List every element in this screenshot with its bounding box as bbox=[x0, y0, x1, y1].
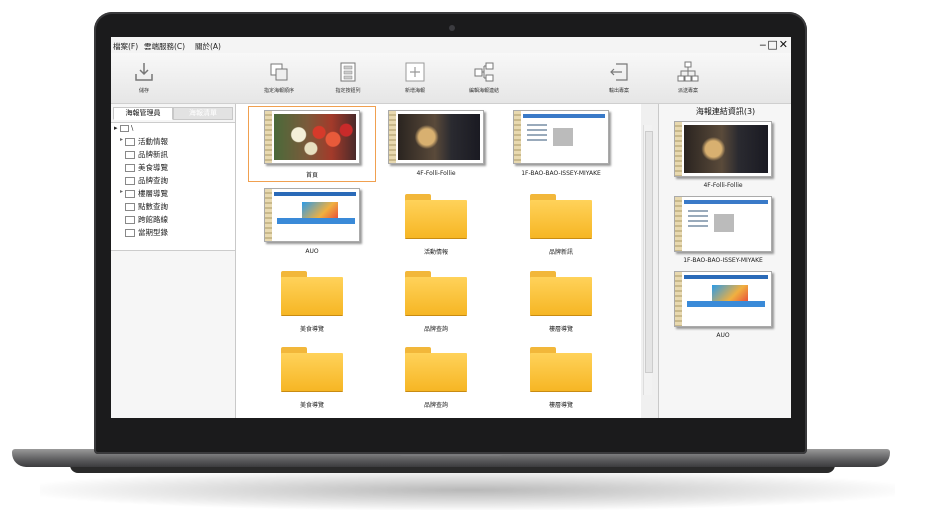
tree-item-cross-route[interactable]: 跨館路線 bbox=[125, 214, 168, 225]
tree-root[interactable]: ▸ \ bbox=[114, 124, 133, 132]
folder-item-activity[interactable]: 活動情報 bbox=[376, 194, 496, 256]
folder-icon bbox=[125, 138, 135, 146]
download-save-icon bbox=[135, 63, 153, 81]
folder-item-food-guide-2[interactable]: 美食導覽 bbox=[252, 347, 372, 409]
folder-icon bbox=[125, 151, 135, 159]
folder-icon bbox=[405, 194, 467, 238]
save-button[interactable]: 儲存 bbox=[114, 61, 174, 94]
window-controls[interactable]: ‒□✕ bbox=[759, 38, 789, 51]
poster-item-folli-follie[interactable]: 4F-Folli-Follie bbox=[376, 110, 496, 177]
poster-grid: 首頁 4F-Folli-Follie 1F-BAO-BAO-ISSEY-MIYA… bbox=[236, 104, 641, 418]
right-panel: 海報連結資訊(3) 4F-Folli-Follie 1F-BAO-BAO-ISS… bbox=[658, 104, 791, 418]
poster-item-auo[interactable]: AUO bbox=[252, 188, 372, 255]
poster-label: 4F-Folli-Follie bbox=[703, 182, 743, 189]
menu-bar: 檔案(F) 雲端服務(C) 關於(A) ‒□✕ bbox=[111, 37, 791, 53]
poster-label: 4F-Folli-Follie bbox=[416, 170, 456, 177]
folder-label: 品牌新訊 bbox=[548, 249, 573, 256]
folder-icon bbox=[125, 190, 135, 198]
poster-label: 首頁 bbox=[305, 172, 318, 179]
list-panel-icon bbox=[340, 62, 356, 82]
folder-label: 樓層導覽 bbox=[548, 326, 573, 333]
poster-item-bao-bao[interactable]: 1F-BAO-BAO-ISSEY-MIYAKE bbox=[501, 110, 621, 177]
webcam-icon bbox=[449, 25, 455, 31]
poster-order-button[interactable]: 指定海報順序 bbox=[249, 61, 309, 94]
app-window: 檔案(F) 雲端服務(C) 關於(A) ‒□✕ 儲存 指定海報順序 指定按鈕列 … bbox=[111, 37, 791, 418]
poster-thumbnail bbox=[674, 121, 772, 177]
menu-cloud-service[interactable]: 雲端服務(C) bbox=[144, 41, 185, 52]
poster-label: 1F-BAO-BAO-ISSEY-MIYAKE bbox=[683, 257, 763, 264]
poster-thumbnail bbox=[674, 196, 772, 252]
folder-item-brand-news[interactable]: 品牌新訊 bbox=[501, 194, 621, 256]
folder-icon bbox=[530, 271, 592, 315]
folder-label: 品牌查詢 bbox=[423, 402, 448, 409]
laptop-shadow bbox=[40, 470, 895, 510]
folder-icon bbox=[125, 203, 135, 211]
tree-item-brand-search[interactable]: 品牌查詢 bbox=[125, 175, 168, 186]
folder-icon bbox=[405, 347, 467, 391]
folder-item-floor-guide[interactable]: 樓層導覽 bbox=[501, 271, 621, 333]
poster-thumbnail bbox=[264, 110, 360, 164]
folder-label: 品牌查詢 bbox=[423, 326, 448, 333]
folder-icon bbox=[125, 229, 135, 237]
tree-item-food-guide[interactable]: 美食導覽 bbox=[125, 162, 168, 173]
menu-about[interactable]: 關於(A) bbox=[195, 41, 221, 52]
folder-icon bbox=[530, 347, 592, 391]
toolbar: 儲存 指定海報順序 指定按鈕列 新增海報 編輯海報連結 輸出專案 派送專案 bbox=[111, 53, 791, 104]
dispatch-project-button[interactable]: 派送專案 bbox=[658, 61, 718, 94]
folder-icon bbox=[125, 216, 135, 224]
left-panel-tabs: 海報管理員 海報清單 bbox=[113, 107, 233, 120]
folder-label: 活動情報 bbox=[423, 249, 448, 256]
tree-item-brand-news[interactable]: 品牌新訊 bbox=[125, 149, 168, 160]
expand-icon[interactable]: ▸ bbox=[120, 188, 123, 195]
scrollbar-thumb[interactable] bbox=[645, 131, 653, 373]
linked-poster-folli-follie[interactable]: 4F-Folli-Follie bbox=[673, 121, 773, 189]
tree-item-points-search[interactable]: 點數查詢 bbox=[125, 201, 168, 212]
poster-item-home[interactable]: 首頁 bbox=[248, 106, 376, 182]
folder-item-brand-search-2[interactable]: 品牌查詢 bbox=[376, 347, 496, 409]
tab-poster-list[interactable]: 海報清單 bbox=[173, 107, 233, 120]
poster-thumbnail bbox=[513, 110, 609, 164]
poster-thumbnail bbox=[674, 271, 772, 327]
folder-icon bbox=[281, 347, 343, 391]
poster-label: 1F-BAO-BAO-ISSEY-MIYAKE bbox=[521, 170, 601, 177]
folder-item-brand-search[interactable]: 品牌查詢 bbox=[376, 271, 496, 333]
export-project-button[interactable]: 輸出專案 bbox=[589, 61, 649, 94]
folder-label: 美食導覽 bbox=[299, 326, 324, 333]
edit-poster-link-button[interactable]: 編輯海報連結 bbox=[454, 61, 514, 94]
expand-icon[interactable]: ▸ bbox=[120, 136, 123, 143]
poster-label: AUO bbox=[305, 248, 319, 255]
tree-item-activity[interactable]: ▸ 活動情報 bbox=[120, 136, 168, 147]
export-icon bbox=[610, 63, 628, 81]
folder-label: 美食導覽 bbox=[299, 402, 324, 409]
tree-item-floor-guide[interactable]: ▸ 樓層導覽 bbox=[120, 188, 168, 199]
folder-icon bbox=[119, 124, 129, 132]
menu-file[interactable]: 檔案(F) bbox=[113, 41, 138, 52]
poster-thumbnail bbox=[264, 188, 360, 242]
folder-icon bbox=[281, 271, 343, 315]
linked-poster-auo[interactable]: AUO bbox=[673, 271, 773, 339]
left-panel: 海報管理員 海報清單 ▸ \ ▸ 活動情報 品牌新訊 美食導覽 品牌查詢 ▸ 樓層導… bbox=[111, 104, 236, 418]
poster-label: AUO bbox=[716, 332, 730, 339]
folder-item-floor-guide-2[interactable]: 樓層導覽 bbox=[501, 347, 621, 409]
folder-icon bbox=[125, 164, 135, 172]
folder-item-food-guide[interactable]: 美食導覽 bbox=[252, 271, 372, 333]
grid-scrollbar[interactable] bbox=[643, 125, 653, 395]
tab-poster-manager[interactable]: 海報管理員 bbox=[113, 107, 173, 120]
folder-icon bbox=[405, 271, 467, 315]
folder-label: 樓層導覽 bbox=[548, 402, 573, 409]
folder-icon bbox=[125, 177, 135, 185]
network-tree-icon bbox=[677, 61, 699, 82]
poster-thumbnail bbox=[388, 110, 484, 164]
poster-link-info-title: 海報連結資訊(3) bbox=[695, 107, 756, 116]
add-box-icon bbox=[405, 62, 425, 82]
link-nodes-icon bbox=[474, 62, 494, 82]
tree-item-catalog[interactable]: 當期型錄 bbox=[125, 227, 168, 238]
folder-icon bbox=[530, 194, 592, 238]
linked-poster-bao-bao[interactable]: 1F-BAO-BAO-ISSEY-MIYAKE bbox=[673, 196, 773, 264]
add-poster-button[interactable]: 新增海報 bbox=[385, 61, 445, 94]
layers-icon bbox=[270, 63, 288, 81]
button-bar-button[interactable]: 指定按鈕列 bbox=[318, 61, 378, 94]
folder-tree: ▸ \ ▸ 活動情報 品牌新訊 美食導覽 品牌查詢 ▸ 樓層導覽 點數查詢 跨館路線… bbox=[111, 122, 235, 251]
